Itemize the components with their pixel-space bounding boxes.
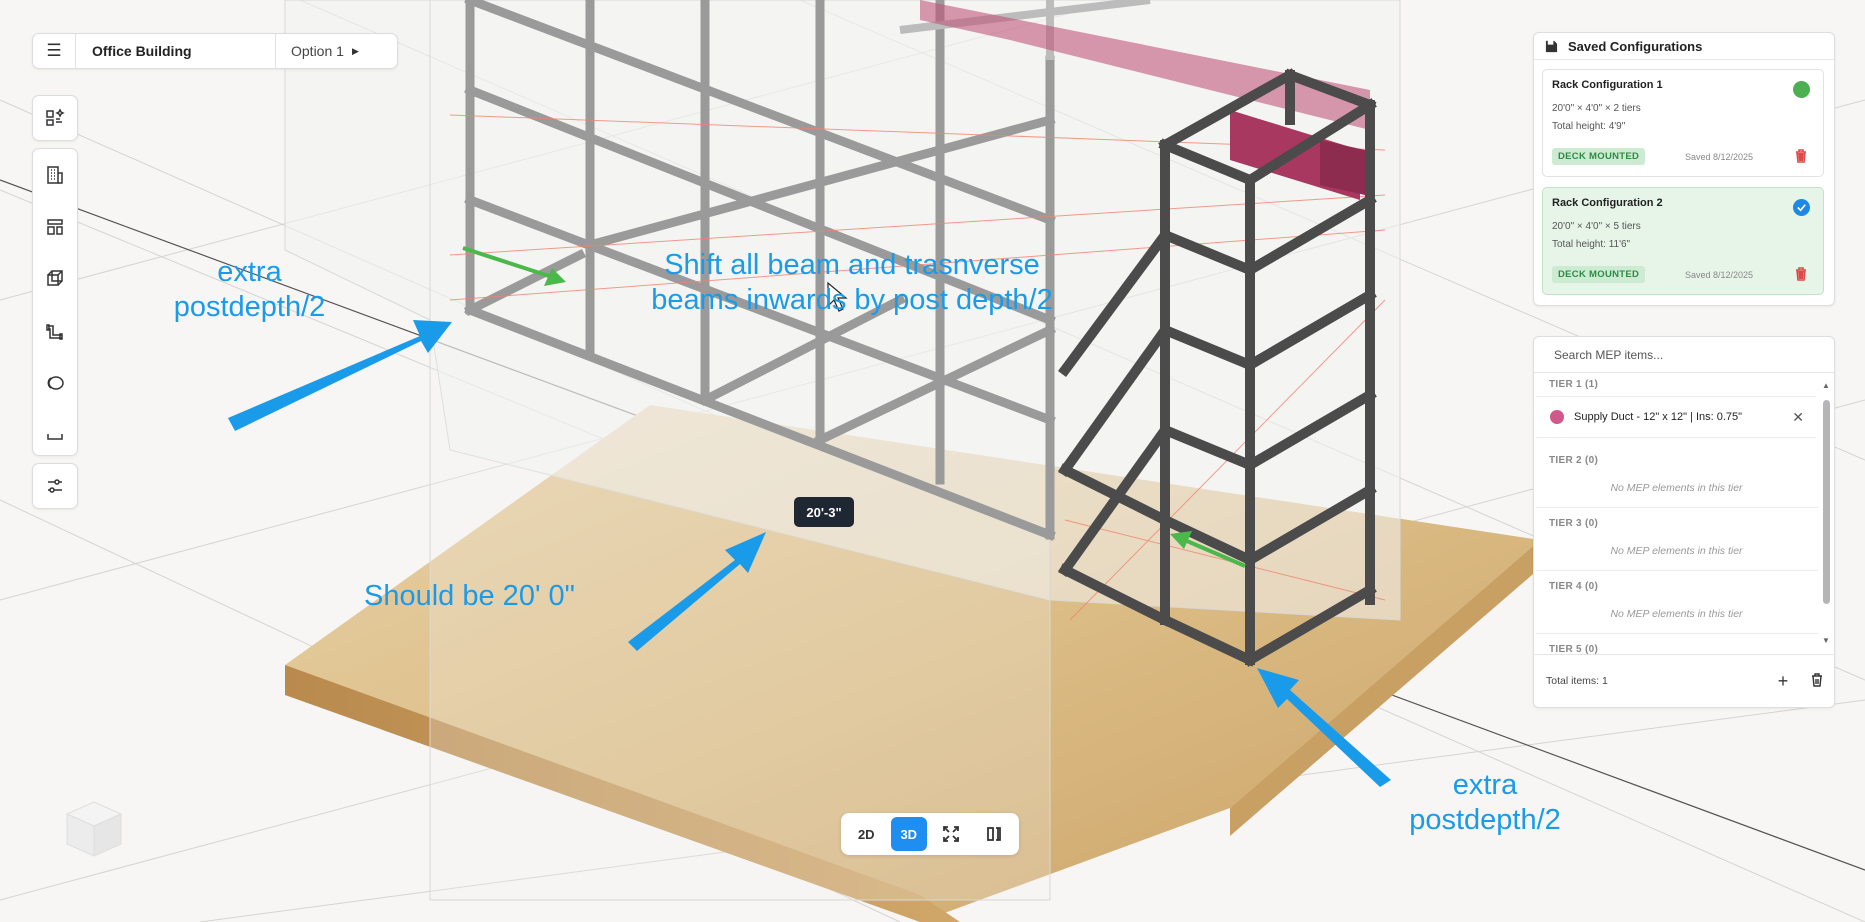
mep-items-panel: TIER 1 (1) Supply Duct - 12" x 12" | Ins… [1533, 336, 1835, 708]
trash-icon[interactable] [1794, 267, 1808, 281]
check-circle-icon [1793, 199, 1810, 216]
caret-right-icon: ▶ [351, 45, 359, 56]
mep-item-label: Supply Duct - 12" x 12" | Ins: 0.75" [1574, 411, 1743, 423]
mep-search [1534, 337, 1834, 373]
option-selector[interactable]: Option 1 ▶ [276, 43, 359, 59]
saved-configurations-title: Saved Configurations [1568, 38, 1703, 54]
sliders-icon[interactable] [33, 464, 77, 508]
annotation-left-line1: extra [217, 256, 282, 288]
tier-3-empty: No MEP elements in this tier [1610, 545, 1743, 557]
project-name[interactable]: Office Building [76, 34, 276, 68]
saved-date: Saved 8/12/2025 [1685, 270, 1754, 280]
annotation-bottom: Should be 20' 0" [364, 580, 575, 612]
layout-icon[interactable] [33, 201, 77, 253]
mep-footer: Total items: 1 + [1534, 654, 1834, 707]
annotation-center: Shift all beam and trasnverse beams inwa… [632, 248, 1072, 318]
mount-badge: DECK MOUNTED [1552, 266, 1646, 283]
tier-3-title[interactable]: TIER 3 (0) [1549, 518, 1598, 529]
tray-icon[interactable] [33, 409, 77, 461]
hamburger-icon[interactable]: ☰ [33, 34, 76, 68]
annotation-right-line2: postdepth/2 [1409, 804, 1561, 836]
trash-icon[interactable] [1794, 149, 1808, 163]
ring-icon[interactable] [33, 357, 77, 409]
annotation-center-line1: Shift all beam and trasnverse [664, 249, 1040, 281]
saved-configurations-header: Saved Configurations [1534, 33, 1834, 60]
view-3d-button[interactable]: 3D [890, 817, 927, 851]
saved-configurations-panel: Saved Configurations Rack Configuration … [1533, 32, 1835, 306]
annotation-left: extra postdepth/2 [167, 255, 332, 325]
tier-2-empty: No MEP elements in this tier [1610, 482, 1743, 494]
status-dot-icon [1793, 81, 1810, 98]
tier-1-title[interactable]: TIER 1 (1) [1549, 379, 1598, 390]
split-view-icon[interactable] [976, 817, 1012, 851]
tier-divider [1536, 633, 1818, 634]
tier-4-empty: No MEP elements in this tier [1610, 608, 1743, 620]
ai-tool-group [32, 95, 78, 141]
config-name: Rack Configuration 2 [1552, 197, 1663, 209]
config-dims: 20'0" × 4'0" × 2 tiers [1552, 103, 1641, 114]
config-card-2[interactable]: Rack Configuration 2 20'0" × 4'0" × 5 ti… [1542, 187, 1824, 295]
annotation-left-line2: postdepth/2 [173, 291, 326, 323]
add-icon[interactable]: + [1766, 671, 1800, 692]
config-height: Total height: 4'9" [1552, 121, 1626, 132]
view-controls: 2D 3D [841, 813, 1019, 855]
scrollbar-thumb[interactable] [1823, 400, 1830, 604]
tier-divider [1536, 570, 1818, 571]
dimension-label: 20'-3" [794, 497, 854, 527]
project-breadcrumb: ☰ Office Building Option 1 ▶ [32, 33, 398, 69]
pipe-icon[interactable] [33, 305, 77, 357]
option-label: Option 1 [291, 43, 344, 59]
tier-divider [1536, 507, 1818, 508]
config-card-1[interactable]: Rack Configuration 1 20'0" × 4'0" × 2 ti… [1542, 69, 1824, 177]
close-icon[interactable]: ✕ [1792, 409, 1804, 426]
config-name: Rack Configuration 1 [1552, 79, 1663, 91]
tools-toolbar [32, 148, 78, 456]
3d-box-icon[interactable] [33, 253, 77, 305]
annotation-right: extra postdepth/2 [1400, 768, 1570, 838]
ai-layout-icon[interactable] [33, 96, 77, 140]
mep-search-input[interactable] [1534, 337, 1826, 373]
duct-color-dot [1550, 410, 1564, 424]
trash-icon[interactable] [1800, 671, 1834, 692]
fullscreen-icon[interactable] [933, 817, 969, 851]
mount-badge: DECK MOUNTED [1552, 148, 1646, 165]
view-2d-button[interactable]: 2D [848, 817, 884, 851]
tier-4-title[interactable]: TIER 4 (0) [1549, 581, 1598, 592]
annotation-right-line1: extra [1452, 769, 1518, 801]
config-dims: 20'0" × 4'0" × 5 tiers [1552, 221, 1641, 232]
tier-1-item[interactable]: Supply Duct - 12" x 12" | Ins: 0.75" ✕ [1536, 396, 1816, 438]
annotation-center-line2: beams inwards by post depth/2 [651, 284, 1053, 316]
config-height: Total height: 11'6" [1552, 239, 1631, 250]
view-cube[interactable] [63, 798, 125, 860]
saved-date: Saved 8/12/2025 [1685, 152, 1754, 162]
tier-2-title[interactable]: TIER 2 (0) [1549, 455, 1598, 466]
save-icon [1545, 40, 1558, 52]
total-items: Total items: 1 [1546, 675, 1608, 687]
scroll-up-icon[interactable]: ▲ [1822, 381, 1830, 390]
building-icon[interactable] [33, 149, 77, 201]
settings-group [32, 463, 78, 509]
scroll-down-icon[interactable]: ▼ [1822, 636, 1830, 645]
